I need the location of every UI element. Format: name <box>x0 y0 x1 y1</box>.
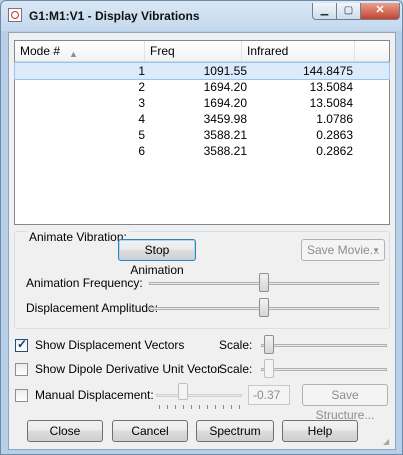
slider-tick <box>231 405 232 409</box>
vectors-scale-track[interactable] <box>261 344 387 347</box>
show-dipole-derivative-label: Show Dipole Derivative Unit Vector <box>35 362 222 376</box>
sort-ascending-icon: ▲ <box>69 49 78 59</box>
manual-displacement-value[interactable]: -0.37 <box>248 385 290 405</box>
slider-tick <box>175 405 176 409</box>
slider-tick <box>223 405 224 409</box>
slider-tick <box>239 405 240 409</box>
animate-vibration-group: Animate Vibration: Stop Animation Save M… <box>14 230 390 329</box>
resize-grip-icon[interactable]: ◢ <box>383 437 393 447</box>
cell-infrared: 13.5084 <box>309 96 353 110</box>
cancel-button[interactable]: Cancel <box>112 420 188 442</box>
dipole-scale-track[interactable] <box>261 368 387 371</box>
cell-mode: 3 <box>138 96 145 110</box>
column-header-infrared[interactable]: Infrared <box>242 41 355 61</box>
animation-frequency-label: Animation Frequency: <box>26 276 143 290</box>
show-dipole-derivative-checkbox[interactable] <box>15 363 28 376</box>
dipole-scale-slider[interactable] <box>264 359 274 378</box>
table-row[interactable]: 4 3459.98 1.0786 <box>15 111 389 127</box>
cell-mode: 5 <box>138 128 145 142</box>
column-header-freq[interactable]: Freq <box>145 41 242 61</box>
column-header-freq-label: Freq <box>150 44 175 58</box>
app-icon <box>8 8 22 22</box>
table-row[interactable]: 6 3588.21 0.2862 <box>15 143 389 159</box>
close-window-button[interactable]: ✕ <box>360 3 400 20</box>
cell-infrared: 1.0786 <box>316 112 353 126</box>
cell-freq: 1694.20 <box>203 96 247 110</box>
close-button[interactable]: Close <box>27 420 103 442</box>
minimize-button[interactable]: ▁ <box>312 3 337 20</box>
column-header-infrared-label: Infrared <box>247 44 289 58</box>
dropdown-arrow-icon: ▼ <box>372 246 380 255</box>
cell-mode: 1 <box>138 64 145 78</box>
cell-infrared: 0.2862 <box>316 144 353 158</box>
dialog-client: Mode # ▲ Freq Infrared 1 1091.55 144.8475 2… <box>8 32 396 450</box>
spectrum-button[interactable]: Spectrum <box>196 420 274 442</box>
help-button[interactable]: Help <box>282 420 358 442</box>
manual-displacement-slider[interactable] <box>178 383 188 400</box>
vectors-scale-label: Scale: <box>219 338 253 352</box>
show-displacement-vectors-label: Show Displacement Vectors <box>35 338 185 352</box>
cell-freq: 3588.21 <box>203 144 247 158</box>
cell-freq: 3588.21 <box>203 128 247 142</box>
cell-freq: 3459.98 <box>203 112 247 126</box>
slider-tick <box>207 405 208 409</box>
manual-displacement-checkbox[interactable] <box>15 389 28 402</box>
display-vibrations-window: G1:M1:V1 - Display Vibrations ▁ ▢ ✕ Mode… <box>0 0 403 455</box>
animate-vibration-label: Animate Vibration: <box>27 230 129 244</box>
manual-displacement-track[interactable] <box>156 394 242 397</box>
stop-animation-button[interactable]: Stop Animation <box>118 239 196 277</box>
column-header-mode[interactable]: Mode # ▲ <box>15 41 145 61</box>
vibrations-list[interactable]: Mode # ▲ Freq Infrared 1 1091.55 144.8475 2… <box>14 40 390 225</box>
cell-infrared: 0.2863 <box>316 128 353 142</box>
cell-freq: 1091.55 <box>203 64 247 78</box>
save-structure-button[interactable]: Save Structure... <box>302 384 388 422</box>
slider-tick <box>199 405 200 409</box>
manual-displacement-label: Manual Displacement: <box>35 388 154 402</box>
cell-mode: 6 <box>138 144 145 158</box>
slider-tick <box>183 405 184 409</box>
list-header: Mode # ▲ Freq Infrared <box>15 41 389 62</box>
cell-mode: 2 <box>138 80 145 94</box>
displacement-amplitude-slider[interactable] <box>259 298 269 317</box>
animation-frequency-slider[interactable] <box>259 273 269 292</box>
displacement-amplitude-label: Displacement Amplitude: <box>26 301 159 315</box>
slider-tick <box>191 405 192 409</box>
vectors-scale-slider[interactable] <box>264 335 274 354</box>
slider-tick <box>215 405 216 409</box>
table-row[interactable]: 5 3588.21 0.2863 <box>15 127 389 143</box>
dipole-scale-label: Scale: <box>219 362 253 376</box>
maximize-button[interactable]: ▢ <box>336 3 361 20</box>
cell-infrared: 144.8475 <box>302 64 353 78</box>
cell-freq: 1694.20 <box>203 80 247 94</box>
title-bar[interactable]: G1:M1:V1 - Display Vibrations ▁ ▢ ✕ <box>1 1 402 31</box>
table-row[interactable]: 1 1091.55 144.8475 <box>14 62 390 80</box>
column-header-mode-label: Mode # <box>20 44 61 58</box>
window-title: G1:M1:V1 - Display Vibrations <box>29 9 200 23</box>
table-row[interactable]: 3 1694.20 13.5084 <box>15 95 389 111</box>
slider-tick <box>167 405 168 409</box>
slider-tick <box>159 405 160 409</box>
cell-mode: 4 <box>138 112 145 126</box>
show-displacement-vectors-checkbox[interactable] <box>15 337 28 352</box>
cell-infrared: 13.5084 <box>309 80 353 94</box>
save-movie-button[interactable]: Save Movie... ▼ <box>301 239 385 261</box>
save-movie-label: Save Movie... <box>307 243 380 257</box>
table-row[interactable]: 2 1694.20 13.5084 <box>15 79 389 95</box>
